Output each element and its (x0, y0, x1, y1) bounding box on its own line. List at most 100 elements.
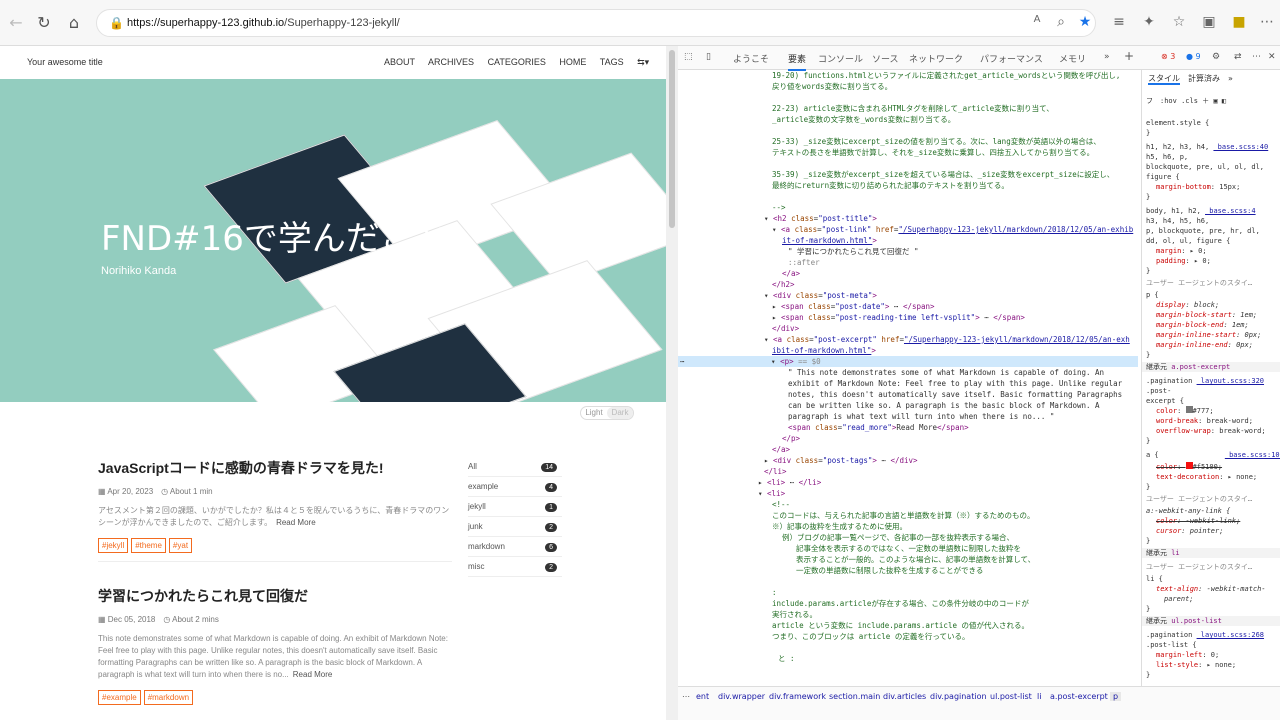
post-item: JavaScriptコードに感動の青春ドラマを見た! ▦ Apr 20, 202… (98, 458, 452, 553)
breadcrumb-item[interactable]: section.main (829, 692, 880, 701)
tab-memory[interactable]: メモリ (1059, 52, 1086, 65)
website-viewport: Your awesome title ABOUT ARCHIVES CATEGO… (0, 46, 666, 720)
styles-pane[interactable]: スタイル 計算済み » フ :hov .cls ＋ ▣ ◧ element.st… (1141, 70, 1280, 686)
category-list: All 14 example 4 jekyll 1 junk 2 markdown 6 m… (468, 457, 562, 577)
tab-welcome[interactable]: ようこそ (733, 52, 769, 65)
nav-home[interactable]: HOME (559, 57, 586, 67)
device-icon[interactable]: ▯ (706, 52, 711, 62)
count-badge: 1 (545, 503, 557, 512)
clock-icon: ◷ (163, 615, 173, 624)
profile-icon[interactable]: ■ (1230, 14, 1248, 30)
tag-link[interactable]: #jekyll (98, 538, 129, 553)
extensions-icon[interactable]: ✦ (1140, 14, 1158, 30)
more-tabs-icon[interactable]: » (1104, 52, 1110, 62)
post-meta: ▦ Dec 05, 2018 ◷ About 2 mins (98, 614, 452, 625)
calendar-icon: ▦ (98, 615, 108, 624)
read-aloud-icon[interactable]: A (1028, 14, 1046, 25)
zoom-icon[interactable]: ⌕ (1052, 14, 1070, 30)
post-title[interactable]: 学習につかれたらこれ見て回復だ (98, 586, 452, 606)
cls-button[interactable]: .cls (1181, 97, 1198, 105)
tab-computed[interactable]: 計算済み (1188, 74, 1220, 83)
message-badge[interactable]: ● 9 (1183, 51, 1204, 62)
nav-categories[interactable]: CATEGORIES (488, 57, 546, 67)
category-item[interactable]: jekyll 1 (468, 497, 562, 517)
nav-about[interactable]: ABOUT (384, 57, 415, 67)
category-item[interactable]: All 14 (468, 457, 562, 477)
post-title[interactable]: JavaScriptコードに感動の青春ドラマを見た! (98, 458, 452, 478)
divider (98, 561, 452, 562)
breadcrumb-item[interactable]: a.post-excerpt (1050, 692, 1108, 701)
add-tab-icon[interactable]: + (1124, 49, 1134, 63)
tag-link[interactable]: #theme (131, 538, 166, 553)
reload-icon[interactable]: ↻ (34, 13, 54, 33)
translate-icon[interactable]: ⇆▾ (637, 57, 649, 67)
read-more-link[interactable]: Read More (293, 670, 333, 679)
share-icon[interactable]: ⇄ (1234, 52, 1242, 62)
breadcrumb-item[interactable]: ent (696, 692, 709, 701)
post-reading-time: About 1 min (169, 487, 213, 496)
post-tags: #jekyll #theme #yat (98, 537, 452, 553)
close-icon[interactable]: ✕ (1268, 52, 1276, 62)
filter-input[interactable]: フ (1146, 97, 1153, 105)
home-icon[interactable]: ⌂ (64, 13, 84, 33)
category-item[interactable]: misc 2 (468, 557, 562, 577)
breadcrumb-item[interactable]: div.pagination (930, 692, 987, 701)
tab-console[interactable]: コンソール (818, 52, 863, 65)
favorite-star-icon[interactable]: ★ (1076, 14, 1094, 30)
address-bar[interactable]: 🔒 https://superhappy-123.github.io/Super… (96, 9, 1096, 37)
more-options-icon[interactable]: ⋯ (1252, 52, 1261, 62)
site-header: Your awesome title ABOUT ARCHIVES CATEGO… (0, 46, 666, 79)
hero-author: Norihiko Kanda (101, 265, 177, 277)
more-icon[interactable]: ⋯ (1258, 14, 1276, 30)
breadcrumb-more-icon[interactable]: ⋯ (682, 692, 690, 701)
tag-link[interactable]: #yat (168, 538, 193, 553)
category-item[interactable]: example 4 (468, 477, 562, 497)
favorites-icon[interactable]: ☆ (1170, 14, 1188, 30)
tab-sources[interactable]: ソース (872, 52, 899, 65)
breadcrumb-item-selected[interactable]: p (1110, 692, 1122, 701)
inspect-icon[interactable]: ⬚ (684, 52, 693, 62)
breadcrumb-item[interactable]: ul.post-list (990, 692, 1032, 701)
post-reading-time: About 2 mins (172, 615, 219, 624)
tab-network[interactable]: ネットワーク (909, 52, 963, 65)
theme-toggle[interactable]: Light Dark (580, 406, 634, 420)
clock-icon: ◷ (161, 487, 170, 496)
tab-styles[interactable]: スタイル (1148, 74, 1180, 85)
lock-icon: 🔒 (109, 16, 124, 30)
post-date: Dec 05, 2018 (107, 615, 156, 624)
count-badge: 2 (545, 523, 557, 532)
dom-breadcrumb: ⋯ ent div.wrapper div.framework section.… (678, 686, 1280, 720)
breadcrumb-item[interactable]: div.articles (883, 692, 926, 701)
theme-dark[interactable]: Dark (607, 407, 633, 419)
devtools-panel: ⬚ ▯ ようこそ 要素 コンソール ソース ネットワーク パフォーマンス メモリ… (678, 46, 1280, 720)
breadcrumb-item[interactable]: li (1037, 692, 1041, 701)
collections-icon[interactable]: ≡ (1110, 14, 1128, 30)
read-more-link[interactable]: Read More (276, 518, 316, 527)
nav-tags[interactable]: TAGS (600, 57, 624, 67)
post-excerpt[interactable]: This note demonstrates some of what Mark… (98, 633, 452, 681)
error-badge[interactable]: ⊗ 3 (1158, 51, 1178, 62)
tab-elements[interactable]: 要素 (788, 52, 807, 71)
category-item[interactable]: junk 2 (468, 517, 562, 537)
settings-icon[interactable]: ⚙ (1212, 52, 1220, 62)
site-logo[interactable]: Your awesome title (27, 57, 103, 67)
post-meta: ▦ Apr 20, 2023 ◷ About 1 min (98, 486, 452, 497)
nav-archives[interactable]: ARCHIVES (428, 57, 474, 67)
back-icon[interactable]: ← (6, 13, 26, 33)
breadcrumb-item[interactable]: div.wrapper (718, 692, 765, 701)
url-text: https://superhappy-123.github.io/Superha… (127, 17, 400, 29)
category-item[interactable]: markdown 6 (468, 537, 562, 557)
breadcrumb-item[interactable]: div.framework (769, 692, 826, 701)
post-tags: #example #markdown (98, 689, 452, 705)
tab-performance[interactable]: パフォーマンス (980, 52, 1043, 65)
tag-link[interactable]: #example (98, 690, 141, 705)
elements-tree[interactable]: 19-20) functions.htmlというファイルに定義されたget_ar… (678, 70, 1138, 686)
browser-toolbar: ← ↻ ⌂ 🔒 https://superhappy-123.github.io… (0, 0, 1280, 46)
collections-tab-icon[interactable]: ▣ (1200, 14, 1218, 30)
hov-button[interactable]: :hov (1160, 97, 1177, 105)
tag-link[interactable]: #markdown (143, 690, 194, 705)
theme-light[interactable]: Light (581, 407, 607, 419)
page-scrollbar-thumb[interactable] (669, 50, 675, 228)
post-excerpt[interactable]: アセスメント第２回の課題、いかがでしたか？私は４と５を睨んでいるうちに、青春ドラ… (98, 505, 452, 529)
hero-banner: FND#16で学んだこと Norihiko Kanda (0, 79, 666, 402)
